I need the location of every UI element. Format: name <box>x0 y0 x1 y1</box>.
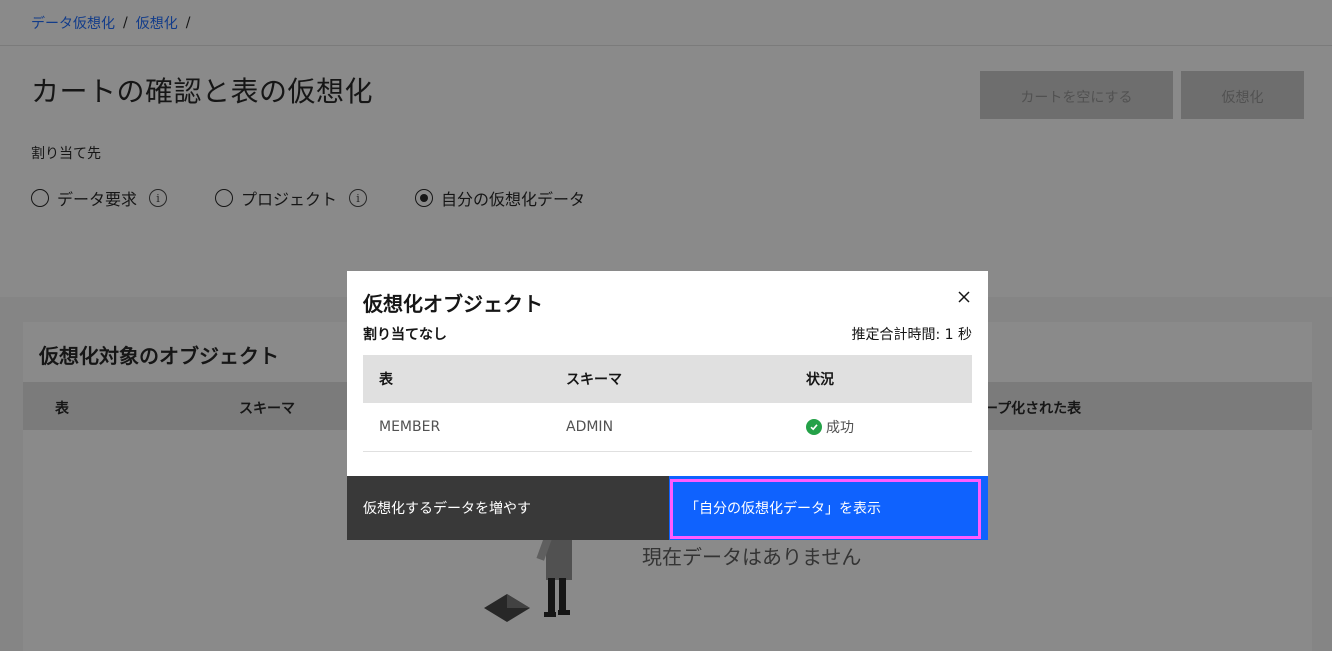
estimated-time: 推定合計時間: 1 秒 <box>851 327 972 343</box>
table-header-row: 表 スキーマ 状況 <box>363 355 972 403</box>
modal-title: 仮想化オブジェクト <box>363 292 543 316</box>
column-header-status: 状況 <box>806 372 834 388</box>
virtualized-objects-modal: 仮想化オブジェクト 割り当てなし 推定合計時間: 1 秒 表 スキーマ 状況 M… <box>347 271 988 540</box>
view-my-virtualized-data-button[interactable]: 「自分の仮想化データ」を表示 <box>669 476 988 540</box>
close-button[interactable] <box>954 287 974 307</box>
cell-table-name: MEMBER <box>379 419 441 435</box>
column-header-table: 表 <box>379 372 393 388</box>
close-icon <box>958 291 970 303</box>
modal-footer: 仮想化するデータを増やす 「自分の仮想化データ」を表示 <box>347 476 988 540</box>
virtualized-objects-table: 表 スキーマ 状況 MEMBER ADMIN 成功 <box>363 355 972 452</box>
cell-schema: ADMIN <box>566 419 614 435</box>
status-text: 成功 <box>826 420 854 436</box>
success-check-icon <box>806 419 822 435</box>
cell-status: 成功 <box>806 403 854 451</box>
virtualize-more-data-button[interactable]: 仮想化するデータを増やす <box>347 476 669 540</box>
table-row: MEMBER ADMIN 成功 <box>363 403 972 452</box>
column-header-schema: スキーマ <box>566 372 622 388</box>
focus-ring <box>670 479 981 539</box>
assignment-status: 割り当てなし <box>363 327 447 343</box>
